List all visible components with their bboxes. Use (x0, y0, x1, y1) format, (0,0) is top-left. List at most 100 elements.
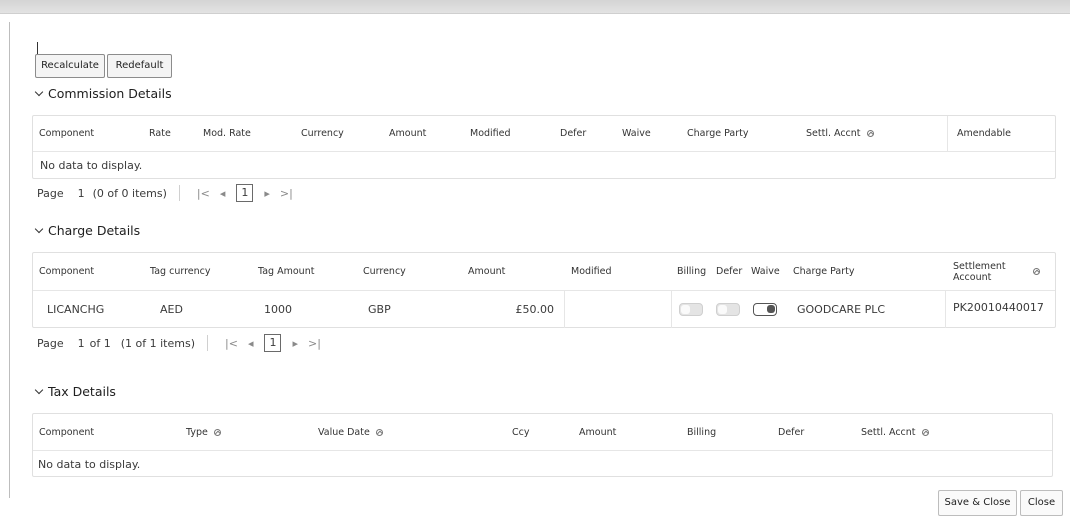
tax-section-header[interactable]: Tax Details (34, 384, 116, 399)
col-modified[interactable]: Modified (565, 253, 612, 290)
defer-toggle[interactable] (716, 303, 740, 316)
col-tag-amount[interactable]: Tag Amount (252, 253, 314, 290)
col-billing[interactable]: Billing (671, 253, 706, 290)
col-tag-currency[interactable]: Tag currency (144, 253, 211, 290)
col-rate[interactable]: Rate (143, 116, 171, 151)
recalculate-button[interactable]: Recalculate (35, 54, 105, 78)
cell-tag-amount: 1000 (264, 303, 292, 316)
last-page-icon[interactable]: >| (308, 337, 321, 350)
col-waive[interactable]: Waive (616, 116, 651, 151)
billing-toggle-cell (673, 291, 703, 328)
charge-pagination: Page 1 of 1 (1 of 1 items) |< ◂ 1 ▸ >| (37, 333, 326, 353)
chevron-down-icon[interactable] (34, 224, 44, 233)
cell-amount: £50.00 (515, 303, 555, 316)
col-component[interactable]: Component (33, 253, 94, 290)
table-row[interactable]: LICANCHG AED 1000 GBP £50.00 GOODCARE PL… (33, 291, 1055, 328)
billing-toggle[interactable] (679, 303, 703, 316)
column-divider (945, 291, 946, 328)
charge-header-row: Component Tag currency Tag Amount Curren… (33, 253, 1055, 291)
col-charge-party[interactable]: Charge Party (681, 116, 749, 151)
save-close-button[interactable]: Save & Close (938, 490, 1017, 516)
commission-table: Component Rate Mod. Rate Currency Amount… (32, 115, 1056, 179)
col-amendable[interactable]: Amendable (951, 116, 1011, 151)
col-component[interactable]: Component (33, 116, 94, 151)
text-cursor (37, 42, 38, 54)
col-modified[interactable]: Modified (464, 116, 511, 151)
tax-empty-message: No data to display. (38, 458, 141, 471)
col-defer[interactable]: Defer (710, 253, 742, 290)
col-settlement-account[interactable]: Settlement Account (947, 253, 1057, 290)
charge-section-header[interactable]: Charge Details (34, 223, 140, 238)
col-type[interactable]: Type (180, 414, 221, 450)
page-number: 1 (77, 186, 85, 200)
page-of-total: of 1 (89, 336, 111, 350)
col-defer[interactable]: Defer (554, 116, 586, 151)
chevron-down-icon[interactable] (34, 87, 44, 96)
current-page-box[interactable]: 1 (236, 184, 254, 202)
chevron-down-icon[interactable] (34, 385, 44, 394)
col-value-date-label: Value Date (318, 426, 370, 438)
col-value-date[interactable]: Value Date (312, 414, 383, 450)
cell-currency: GBP (368, 303, 391, 316)
commission-empty-message: No data to display. (40, 159, 143, 172)
col-currency[interactable]: Currency (357, 253, 406, 290)
sort-icon[interactable] (921, 428, 929, 436)
col-component[interactable]: Component (33, 414, 94, 450)
commission-header-row: Component Rate Mod. Rate Currency Amount… (33, 116, 1055, 152)
sort-icon[interactable] (375, 428, 383, 436)
sort-icon[interactable] (213, 428, 221, 436)
page-label: Page (37, 336, 64, 350)
pager-separator (207, 335, 209, 351)
top-header-strip (0, 0, 1070, 14)
tax-table: Component Type Value Date Ccy Amount Bil… (32, 413, 1053, 477)
sort-icon[interactable] (866, 130, 874, 137)
col-amount[interactable]: Amount (383, 116, 426, 151)
col-waive[interactable]: Waive (745, 253, 780, 290)
first-page-icon[interactable]: |< (197, 187, 210, 200)
last-page-icon[interactable]: >| (280, 187, 293, 200)
col-charge-party[interactable]: Charge Party (787, 253, 855, 290)
tax-header-row: Component Type Value Date Ccy Amount Bil… (33, 414, 1052, 451)
commission-section-header[interactable]: Commission Details (34, 86, 172, 101)
col-defer[interactable]: Defer (772, 414, 804, 450)
cell-component: LICANCHG (47, 303, 105, 316)
item-count: (0 of 0 items) (92, 186, 167, 200)
commission-pagination: Page 1 (0 of 0 items) |< ◂ 1 ▸ >| (37, 183, 298, 203)
col-amount[interactable]: Amount (573, 414, 616, 450)
prev-page-icon[interactable]: ◂ (220, 187, 226, 200)
commission-section-title: Commission Details (48, 86, 172, 101)
col-amount[interactable]: Amount (462, 253, 505, 290)
waive-toggle-cell (747, 291, 777, 328)
charge-table: Component Tag currency Tag Amount Curren… (32, 252, 1056, 328)
pager-separator (178, 185, 180, 201)
cell-charge-party: GOODCARE PLC (797, 303, 886, 316)
col-mod-rate[interactable]: Mod. Rate (197, 116, 251, 151)
sort-icon[interactable] (1033, 268, 1040, 275)
cell-settlement-account: PK20010440017 (953, 301, 1044, 314)
left-divider (9, 22, 10, 498)
current-page-box[interactable]: 1 (264, 334, 282, 352)
defer-toggle-cell (710, 291, 740, 328)
col-type-label: Type (186, 426, 208, 438)
redefault-button[interactable]: Redefault (107, 54, 172, 78)
col-settl-accnt[interactable]: Settl. Accnt (855, 414, 929, 450)
next-page-icon[interactable]: ▸ (264, 187, 270, 200)
col-billing[interactable]: Billing (681, 414, 716, 450)
col-settl-accnt[interactable]: Settl. Accnt (800, 116, 874, 151)
next-page-icon[interactable]: ▸ (292, 337, 298, 350)
cell-tag-currency: AED (160, 303, 183, 316)
col-ccy[interactable]: Ccy (506, 414, 529, 450)
tax-section-title: Tax Details (48, 384, 116, 399)
close-button[interactable]: Close (1020, 490, 1063, 516)
waive-toggle[interactable] (753, 303, 777, 316)
cell-modified (565, 291, 571, 328)
item-count: (1 of 1 items) (120, 336, 196, 350)
col-settlement-account-label: Settlement Account (953, 260, 1006, 283)
col-currency[interactable]: Currency (295, 116, 344, 151)
page-label: Page (37, 186, 64, 200)
page-number: 1 (77, 336, 85, 350)
col-settl-accnt-label: Settl. Accnt (861, 426, 916, 438)
prev-page-icon[interactable]: ◂ (248, 337, 254, 350)
first-page-icon[interactable]: |< (225, 337, 238, 350)
column-divider (671, 291, 672, 328)
